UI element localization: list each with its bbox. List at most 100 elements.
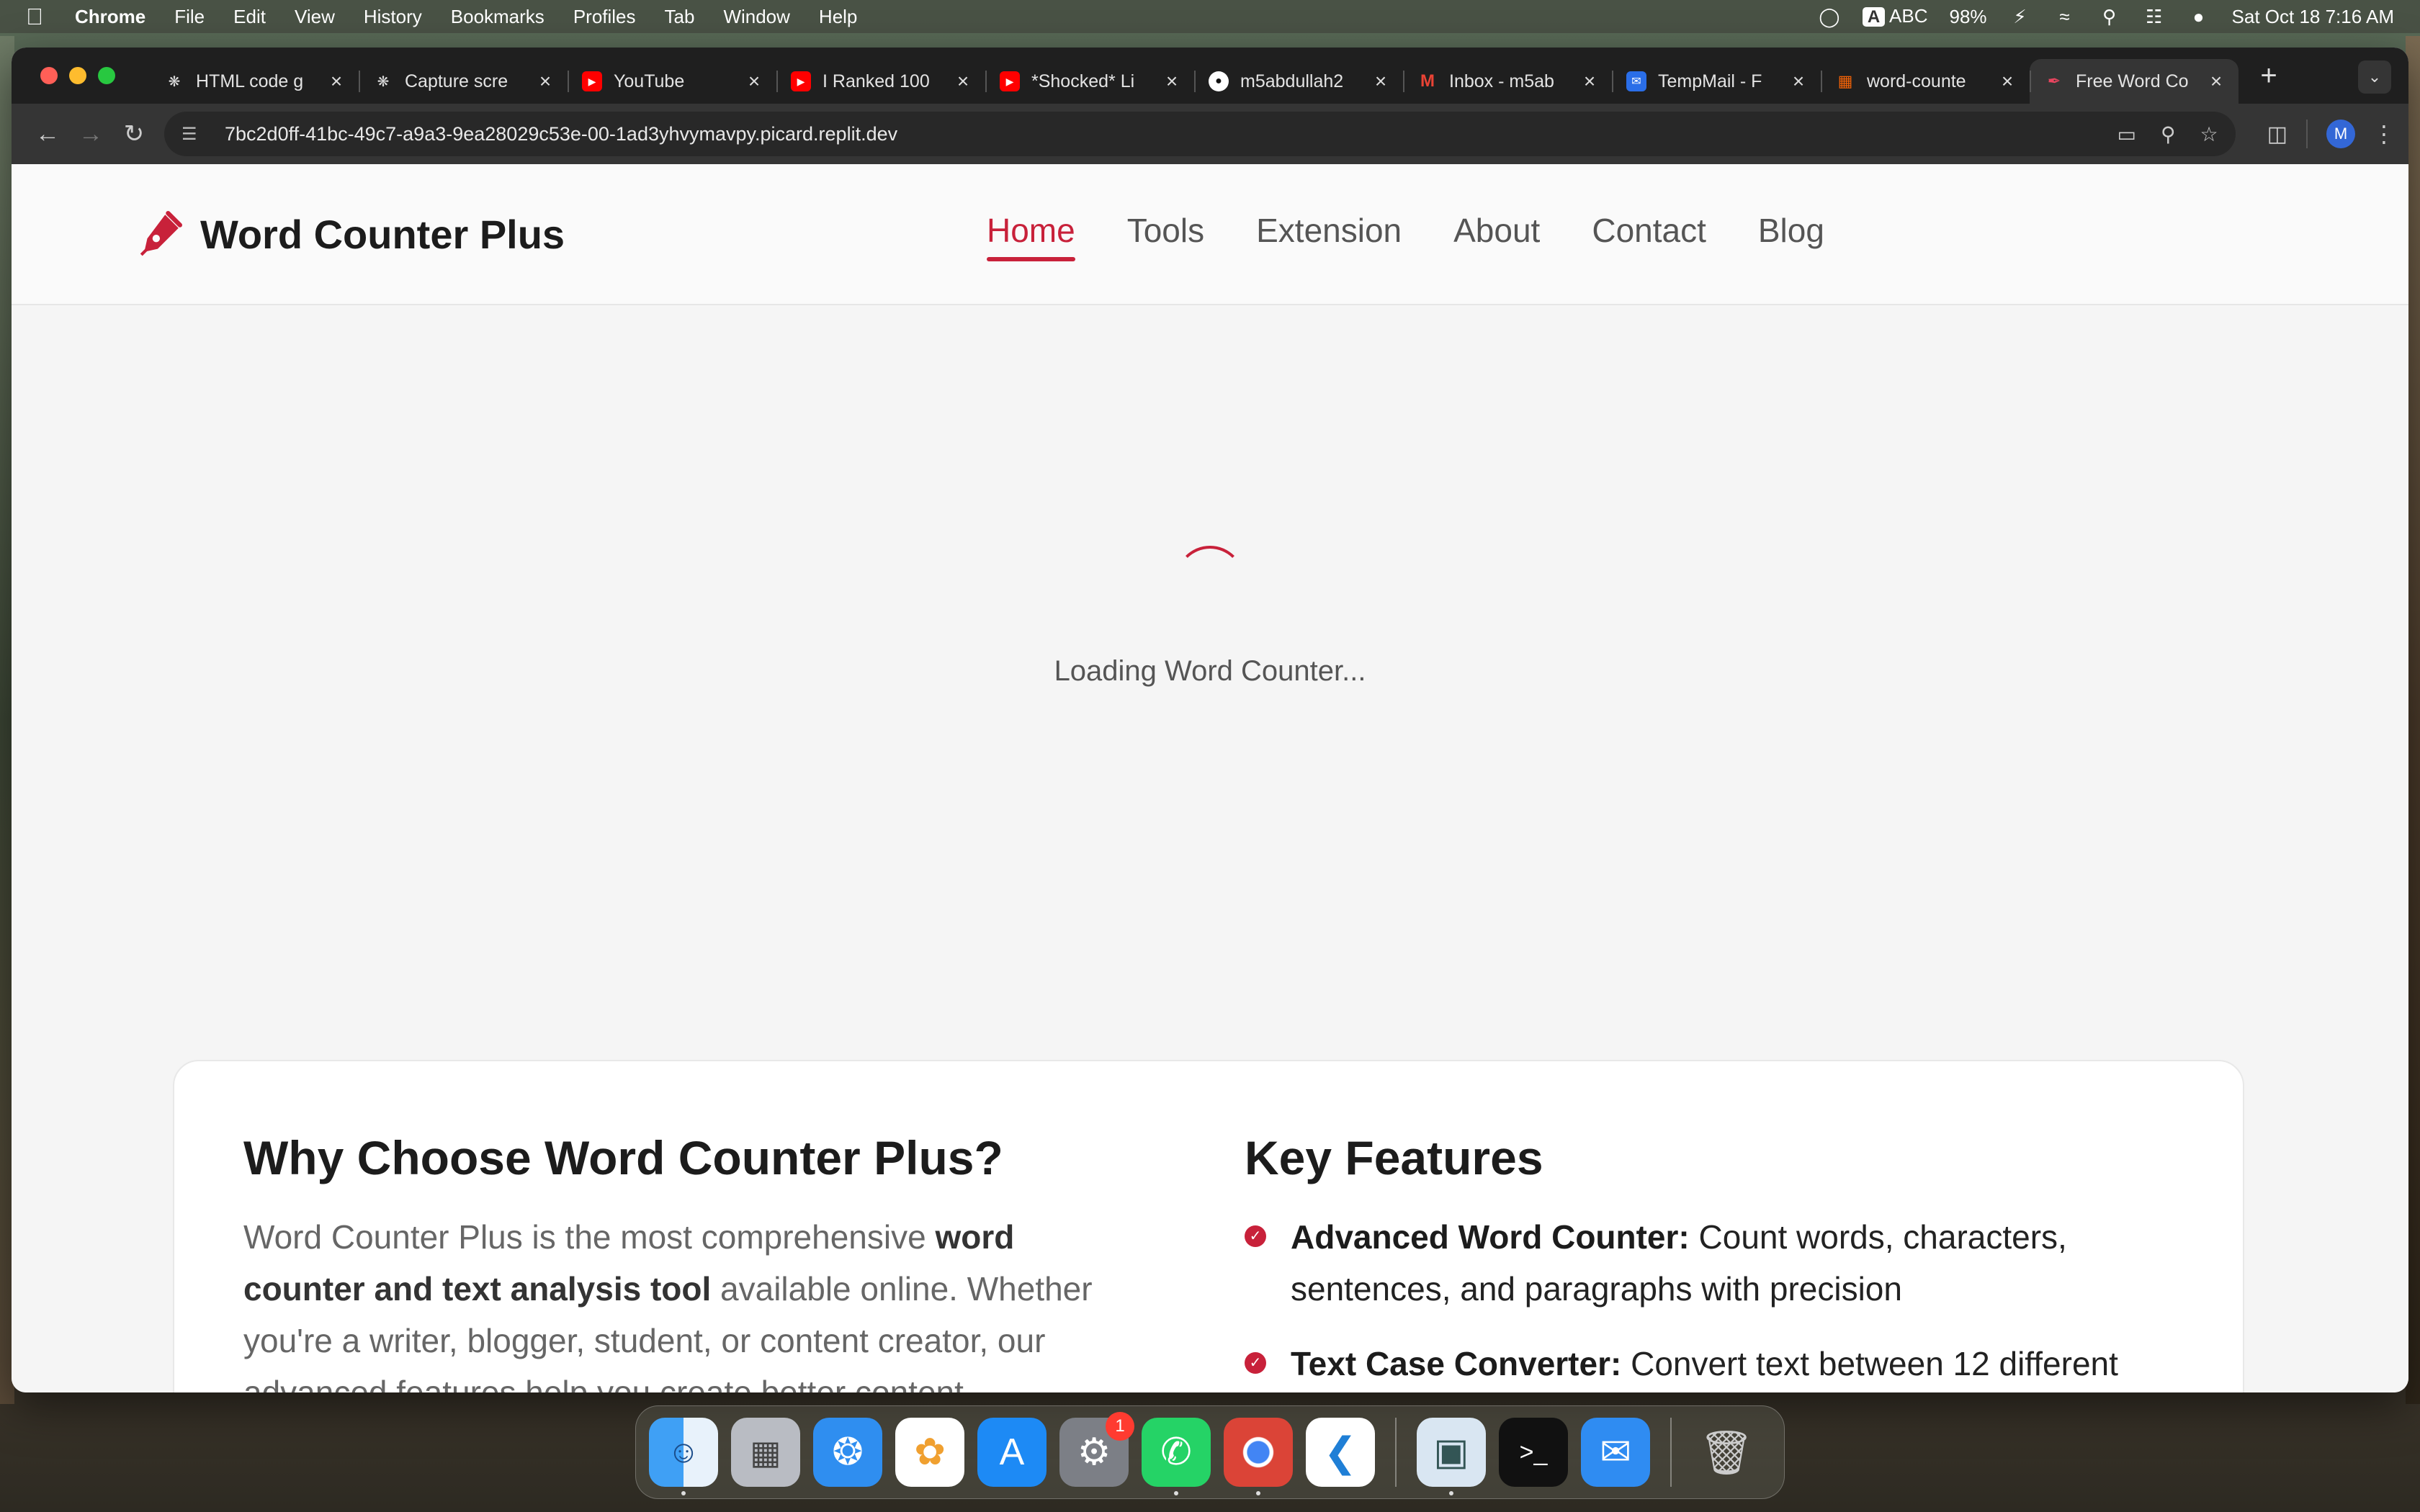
apple-icon[interactable]:  <box>26 4 50 30</box>
system-settings-icon[interactable]: ⚙ 1 <box>1059 1412 1134 1487</box>
close-tab-icon[interactable]: × <box>326 70 347 93</box>
tab-github[interactable]: ● m5abdullah2 × <box>1194 59 1403 104</box>
accessibility-icon[interactable]: ◯ <box>1818 5 1841 28</box>
key-features-heading: Key Features <box>1245 1131 1543 1184</box>
menu-window[interactable]: Window <box>723 6 789 28</box>
chrome-window: ❋ HTML code g × ❋ Capture scre × ▶ YouTu… <box>12 48 2408 1392</box>
nav-tools[interactable]: Tools <box>1127 211 1204 258</box>
pen-nib-logo-icon <box>140 211 182 256</box>
battery-percent[interactable]: 98% <box>1949 6 1986 28</box>
zoom-window-button[interactable] <box>98 67 115 84</box>
nav-blog[interactable]: Blog <box>1758 211 1824 258</box>
finder-icon[interactable]: ☺ <box>649 1418 718 1495</box>
siri-icon[interactable]: ● <box>2187 5 2210 28</box>
menu-tab[interactable]: Tab <box>665 6 695 28</box>
intro-text-a: Word Counter Plus is the most comprehens… <box>243 1218 936 1256</box>
close-tab-icon[interactable]: × <box>743 70 765 93</box>
tab-gmail[interactable]: M Inbox - m5ab × <box>1403 59 1612 104</box>
battery-icon[interactable]: ⚡ <box>2009 5 2032 28</box>
close-tab-icon[interactable]: × <box>1579 70 1600 93</box>
nav-home[interactable]: Home <box>987 211 1075 261</box>
site-settings-icon[interactable]: ☰ <box>182 124 207 145</box>
loading-text: Loading Word Counter... <box>1054 655 1366 687</box>
photos-icon[interactable]: ✿ <box>895 1418 964 1487</box>
tab-title: TempMail - F <box>1658 71 1762 91</box>
menu-bookmarks[interactable]: Bookmarks <box>451 6 544 28</box>
browser-toolbar: ← → ↻ ☰ 7bc2d0ff-41bc-49c7-a9a3-9ea28029… <box>12 104 2408 164</box>
chrome-menu-icon[interactable]: ⋮ <box>2372 120 2396 148</box>
intro-paragraph: Word Counter Plus is the most comprehens… <box>243 1211 1144 1392</box>
check-circle-icon: ✓ <box>1245 1225 1266 1247</box>
spotlight-search-icon[interactable]: ⚲ <box>2098 5 2121 28</box>
vscode-icon[interactable]: ❮ <box>1306 1418 1375 1487</box>
chrome-icon[interactable] <box>1224 1418 1293 1495</box>
close-tab-icon[interactable]: × <box>1161 70 1183 93</box>
preview-icon[interactable]: ▣ <box>1417 1418 1486 1495</box>
youtube-icon: ▶ <box>582 71 602 91</box>
tab-youtube-shocked[interactable]: ▶ *Shocked* Li × <box>985 59 1194 104</box>
menu-app-name[interactable]: Chrome <box>75 6 145 28</box>
menu-help[interactable]: Help <box>819 6 857 28</box>
tab-search-chevron-icon[interactable]: ⌄ <box>2358 60 2391 94</box>
tab-title: YouTube <box>614 71 685 91</box>
close-tab-icon[interactable]: × <box>1996 70 2018 93</box>
nav-contact[interactable]: Contact <box>1592 211 1706 258</box>
app-store-icon[interactable]: A <box>977 1418 1047 1487</box>
install-app-icon[interactable]: ▭ <box>2118 122 2136 146</box>
menu-history[interactable]: History <box>364 6 422 28</box>
macos-menu-bar:  Chrome File Edit View History Bookmark… <box>0 0 2420 33</box>
url-text[interactable]: 7bc2d0ff-41bc-49c7-a9a3-9ea28029c53e-00-… <box>225 123 2093 145</box>
profile-avatar[interactable]: M <box>2326 120 2355 148</box>
wifi-icon[interactable]: ≈ <box>2053 5 2076 28</box>
trash-icon[interactable]: 🗑 <box>1692 1418 1761 1487</box>
close-window-button[interactable] <box>40 67 58 84</box>
menu-edit[interactable]: Edit <box>233 6 266 28</box>
whatsapp-icon[interactable]: ✆ <box>1142 1418 1211 1495</box>
tab-html-code[interactable]: ❋ HTML code g × <box>150 59 359 104</box>
tab-youtube-ranked[interactable]: ▶ I Ranked 100 × <box>776 59 985 104</box>
tab-title: m5abdullah2 <box>1240 71 1344 91</box>
close-tab-icon[interactable]: × <box>1370 70 1392 93</box>
menu-file[interactable]: File <box>174 6 205 28</box>
extensions-puzzle-icon[interactable]: ◫ <box>2267 122 2287 147</box>
input-source[interactable]: A ABC <box>1862 5 1927 28</box>
menubar-clock[interactable]: Sat Oct 18 7:16 AM <box>2232 6 2394 28</box>
minimize-window-button[interactable] <box>69 67 86 84</box>
tab-replit[interactable]: ▦ word-counte × <box>1821 59 2030 104</box>
tab-free-word-counter[interactable]: ✒ Free Word Co × <box>2030 59 2238 104</box>
loading-spinner <box>1175 546 1245 615</box>
info-card: Why Choose Word Counter Plus? Word Count… <box>173 1060 2244 1392</box>
terminal-icon[interactable]: >_ <box>1499 1418 1568 1487</box>
forward-arrow-icon[interactable]: → <box>69 112 112 156</box>
tab-capture-screen[interactable]: ❋ Capture scre × <box>359 59 568 104</box>
tab-strip: ❋ HTML code g × ❋ Capture scre × ▶ YouTu… <box>12 48 2408 104</box>
tab-youtube[interactable]: ▶ YouTube × <box>568 59 776 104</box>
tab-tempmail[interactable]: ✉ TempMail - F × <box>1612 59 1821 104</box>
new-tab-icon[interactable]: + <box>2253 60 2285 92</box>
mail-icon[interactable]: ✉ <box>1581 1418 1650 1487</box>
menu-profiles[interactable]: Profiles <box>573 6 636 28</box>
notification-badge: 1 <box>1106 1412 1134 1441</box>
tempmail-icon: ✉ <box>1626 71 1646 91</box>
safari-icon[interactable]: ❂ <box>813 1418 882 1487</box>
nav-about[interactable]: About <box>1453 211 1540 258</box>
launchpad-icon[interactable]: ▦ <box>731 1418 800 1487</box>
feature-title: Advanced Word Counter: <box>1291 1218 1690 1256</box>
site-logo[interactable]: Word Counter Plus <box>135 210 565 258</box>
bookmark-star-icon[interactable]: ☆ <box>2200 122 2218 146</box>
close-tab-icon[interactable]: × <box>534 70 556 93</box>
reload-icon[interactable]: ↻ <box>112 112 156 156</box>
back-arrow-icon[interactable]: ← <box>26 112 69 156</box>
address-bar[interactable]: ☰ 7bc2d0ff-41bc-49c7-a9a3-9ea28029c53e-0… <box>164 112 2236 156</box>
feature-item: ✓ Text Case Converter: Convert text betw… <box>1245 1338 2181 1392</box>
zoom-icon[interactable]: ⚲ <box>2161 122 2176 146</box>
close-tab-icon[interactable]: × <box>2205 70 2227 93</box>
nav-extension[interactable]: Extension <box>1256 211 1402 258</box>
dock-separator <box>1395 1418 1397 1487</box>
menu-view[interactable]: View <box>295 6 335 28</box>
control-center-icon[interactable]: ☷ <box>2143 5 2166 28</box>
close-tab-icon[interactable]: × <box>952 70 974 93</box>
loading-area: Loading Word Counter... <box>12 305 2408 881</box>
github-icon: ● <box>1209 71 1229 91</box>
close-tab-icon[interactable]: × <box>1788 70 1809 93</box>
